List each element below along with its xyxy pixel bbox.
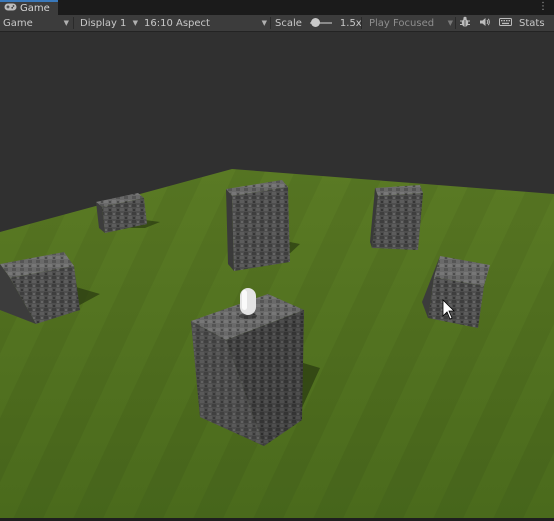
game-toolbar: Game ▼ Display 1 ▼ 16:10 Aspect ▼ Scale … — [0, 15, 554, 32]
speaker-icon — [479, 16, 491, 31]
keyboard-toggle[interactable] — [499, 15, 512, 31]
dropdown-arrow-icon: ▼ — [447, 19, 453, 27]
tab-game[interactable]: Game — [0, 0, 58, 15]
display-select[interactable]: Display 1 ▼ — [80, 15, 138, 31]
aspect-select[interactable]: 16:10 Aspect ▼ — [144, 15, 267, 31]
play-mode-value: Play Focused — [369, 17, 435, 29]
stone-pillar-back-center — [226, 180, 290, 271]
divider — [73, 17, 74, 29]
dropdown-arrow-icon: ▼ — [132, 19, 138, 27]
stats-button[interactable]: Stats — [519, 15, 545, 31]
more-options-icon[interactable]: ⋮ — [538, 1, 548, 13]
tab-label: Game — [20, 3, 50, 14]
keyboard-icon — [499, 16, 512, 31]
divider — [455, 17, 456, 29]
player-capsule — [239, 288, 257, 319]
divider — [270, 17, 271, 29]
dropdown-arrow-icon: ▼ — [63, 19, 69, 27]
divider — [361, 17, 362, 29]
display-select-value: Display 1 — [80, 17, 127, 29]
scale-slider-knob[interactable] — [311, 18, 321, 27]
stone-block-back-right — [370, 185, 423, 250]
gizmo-toggle[interactable] — [459, 15, 471, 31]
scene-render — [0, 32, 554, 518]
stone-block-left — [0, 252, 80, 324]
view-select[interactable]: Game ▼ — [3, 15, 71, 31]
scale-control: Scale 1.5x — [275, 15, 362, 31]
scale-value: 1.5x — [339, 17, 362, 29]
dropdown-arrow-icon: ▼ — [261, 19, 267, 27]
scale-label: Scale — [275, 17, 302, 29]
game-viewport[interactable] — [0, 32, 554, 518]
gamepad-icon — [4, 3, 17, 14]
bug-icon — [459, 16, 471, 31]
audio-toggle[interactable] — [479, 15, 491, 31]
aspect-select-value: 16:10 Aspect — [144, 17, 210, 29]
view-select-value: Game — [3, 17, 33, 29]
stats-label: Stats — [519, 17, 545, 29]
tab-bar: Game ⋮ — [0, 0, 554, 15]
play-mode-select[interactable]: Play Focused ▼ — [369, 15, 453, 31]
scale-slider[interactable] — [309, 18, 332, 27]
